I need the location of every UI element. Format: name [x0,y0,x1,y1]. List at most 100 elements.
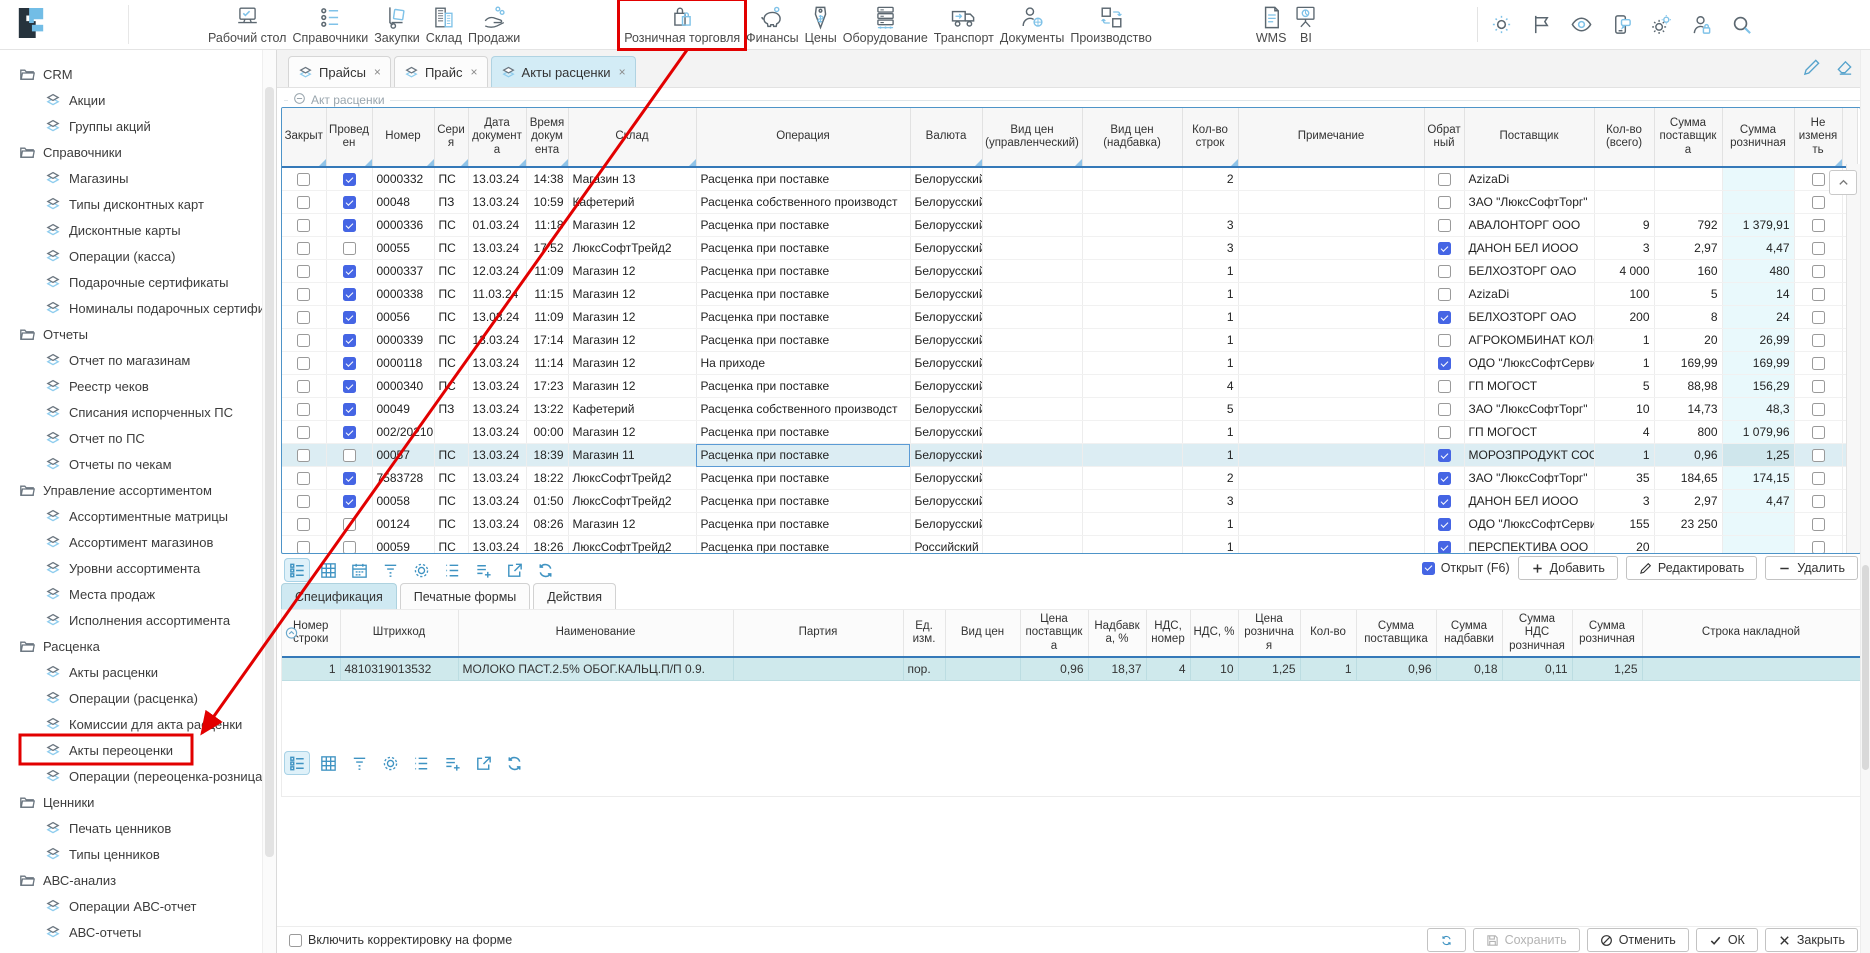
sidebar-item[interactable]: Акты расценки [0,659,262,685]
checkbox[interactable] [343,380,356,393]
sidebar-scrollbar[interactable] [262,49,276,953]
refresh-button[interactable] [1427,928,1466,952]
window-scrollbar-thumb[interactable] [1862,565,1869,770]
gear-icon[interactable] [409,559,433,581]
checkbox[interactable] [297,357,310,370]
column-header[interactable]: Цена розничная [1238,610,1300,657]
checkbox[interactable] [343,311,356,324]
sidebar-item[interactable]: Ассортимент магазинов [0,529,262,555]
checkbox[interactable] [1438,518,1451,531]
checkbox[interactable] [343,403,356,416]
checkbox[interactable] [1438,288,1451,301]
column-header[interactable]: Вид цен [945,610,1020,657]
checkbox[interactable] [1812,311,1825,324]
checkbox[interactable] [343,242,356,255]
column-header[interactable]: Кол-во строк [1182,108,1238,167]
checkbox[interactable] [1438,242,1451,255]
checkbox[interactable] [297,288,310,301]
table-row[interactable]: 00049ПЗ13.03.2413:22КафетерийРасценка со… [282,398,1857,421]
table-row[interactable]: 00055ПС13.03.2417:52ЛюксСофтТрейд2Расцен… [282,237,1857,260]
column-header[interactable]: Сумма розничная [1722,108,1794,167]
open-f6-toggle[interactable]: Открыт (F6) [1422,561,1510,575]
toolbar-button-equipment[interactable]: Оборудование [840,2,931,47]
eraser-icon[interactable] [1835,58,1854,77]
sidebar-item[interactable]: Подарочные сертификаты [0,269,262,295]
checkbox[interactable] [1438,219,1451,232]
column-header[interactable]: Штрихкод [340,610,458,657]
checkbox[interactable] [1812,242,1825,255]
table-row[interactable]: 0000339ПС13.03.2417:14Магазин 12Расценка… [282,329,1857,352]
toolbar-button-documents[interactable]: Документы [997,2,1067,47]
toolbar-button-warehouse[interactable]: Склад [423,2,465,47]
toolbar-button-finance[interactable]: Финансы [743,2,801,47]
list-add-icon[interactable] [440,752,464,774]
checkbox[interactable] [1812,541,1825,554]
checkbox[interactable] [297,196,310,209]
sidebar-folder[interactable]: Ценники [0,789,262,815]
sidebar-item[interactable]: Ассортиментные матрицы [0,503,262,529]
checkbox[interactable] [297,265,310,278]
column-header[interactable]: Номер [372,108,434,167]
tab-Прайс[interactable]: Прайс× [394,56,488,87]
close-icon[interactable]: × [374,65,381,79]
toolbar-button-production[interactable]: Производство [1067,2,1155,47]
column-header[interactable]: Сумма розничная [1572,610,1642,657]
column-header[interactable]: Кол-во [1300,610,1356,657]
phone-message-icon[interactable] [1610,13,1633,36]
checkbox[interactable] [343,196,356,209]
checkbox[interactable] [297,426,310,439]
toolbar-button-directories[interactable]: Справочники [289,2,371,47]
open-external-icon[interactable] [502,559,526,581]
sidebar-scrollbar-thumb[interactable] [265,87,274,857]
sidebar-item[interactable]: Реестр чеков [0,373,262,399]
close-button[interactable]: Закрыть [1765,928,1858,952]
flag-icon[interactable] [1530,13,1553,36]
checkbox[interactable] [1812,288,1825,301]
sidebar-item[interactable]: Комиссии для акта расценки [0,711,262,737]
column-header[interactable] [1842,108,1857,167]
sidebar-item[interactable]: Группы акций [0,113,262,139]
checkbox[interactable] [343,265,356,278]
sidebar-item[interactable]: Типы ценников [0,841,262,867]
checkbox[interactable] [343,426,356,439]
column-header[interactable]: Поставщик [1464,108,1594,167]
open-external-icon[interactable] [471,752,495,774]
list-icon[interactable] [409,752,433,774]
pencil-icon[interactable] [1802,58,1821,77]
sidebar-item[interactable]: Списания испорченных ПС [0,399,262,425]
grid-scrollbar[interactable] [1846,164,1860,553]
gear-icon[interactable] [378,752,402,774]
table-row[interactable]: 0000118ПС13.03.2411:14Магазин 12На прихо… [282,352,1857,375]
checkbox[interactable] [297,219,310,232]
close-icon[interactable]: × [619,65,626,79]
save-button[interactable]: Сохранить [1473,928,1580,952]
checkbox[interactable] [1438,541,1451,554]
column-header[interactable]: Серия [434,108,468,167]
window-scrollbar[interactable] [1860,49,1870,953]
delete-button[interactable]: Удалить [1765,556,1858,580]
checkbox[interactable] [1438,311,1451,324]
sidebar-item[interactable]: Акции [0,87,262,113]
column-header[interactable]: Строка накладной [1642,610,1860,657]
checkbox[interactable] [1438,449,1451,462]
tab-Спецификация[interactable]: Спецификация [281,583,397,610]
toolbar-button-bi[interactable]: BI [1289,2,1322,47]
toolbar-button-wms[interactable]: WMS [1253,2,1290,47]
sidebar-folder[interactable]: Расценка [0,633,262,659]
table-row[interactable]: 00059ПС13.03.2418:26ЛюксСофтТрейд2Расцен… [282,536,1857,555]
column-header[interactable]: Склад [568,108,696,167]
tab-Прайсы[interactable]: Прайсы× [288,56,391,87]
grid-view-icon[interactable] [316,752,340,774]
filter-icon[interactable] [378,559,402,581]
column-header[interactable]: Время документа [526,108,568,167]
checkbox[interactable] [1438,380,1451,393]
column-header[interactable]: Примечание [1238,108,1424,167]
collapse-group-icon[interactable] [293,92,306,108]
sidebar-item[interactable]: Отчеты по чекам [0,451,262,477]
checkbox[interactable] [297,242,310,255]
toolbar-button-sales[interactable]: Продажи [465,2,523,47]
column-header[interactable]: Дата документа [468,108,526,167]
sidebar-folder[interactable]: АВС-анализ [0,867,262,893]
column-header[interactable]: Сумма надбавки [1436,610,1502,657]
column-header[interactable]: Цена поставщика [1020,610,1088,657]
